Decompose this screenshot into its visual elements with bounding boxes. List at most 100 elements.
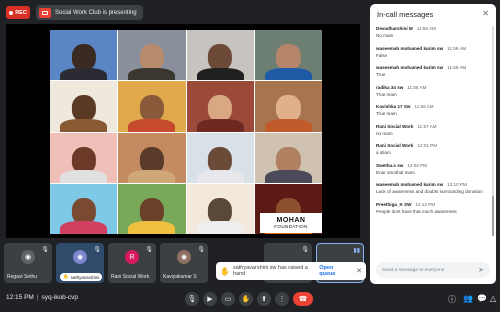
mic-off-icon: 🎙 [93,247,101,253]
message-sender: radika 34 sw [376,84,404,90]
message-sender: Kavishka 17 Sw [376,104,411,109]
close-icon[interactable]: ✕ [482,9,489,18]
message-sender: Swetha.s sw [376,162,404,168]
raise-hand-button[interactable]: ✋ [239,292,253,306]
message-text: no mam [376,130,393,136]
message-time: 12:04 PM [407,162,427,168]
message-sender: Rani Social Work [376,123,414,129]
message-text: True [376,72,386,77]
message-time: 12:10 PM [447,182,467,187]
speaking-icon: ▮▮ [353,248,360,254]
microphone-button[interactable]: 🎙 [185,292,199,306]
chat-message: Rani Social Work 12:01 PM a stiam [376,143,488,163]
message-text: a stiam [376,150,391,155]
send-icon[interactable]: ➤ [478,266,484,274]
message-text: People dont have that much awareness [376,208,457,214]
chat-message: Rani Social Work 11:57 AM no mam [376,124,488,144]
participant-name: Kaviyakumar S [163,274,197,280]
current-time: 12:15 PM [6,294,34,301]
slide-photo [118,81,186,132]
chat-message: Preethiga_K SW 12:12 PM People dont have t… [376,202,488,222]
slide-photo [50,183,118,234]
leave-call-button[interactable]: ☎ [293,292,313,306]
bottom-bar: 12:15 PM | syq-ikob-cvp 🎙 ▶ ▭ ✋ ⬆ ⋮ ☎ ⓘ 👥 … [0,286,500,312]
raised-hand-chip: ✋ sathyavarshini [60,273,103,281]
meeting-info: 12:15 PM | syq-ikob-cvp [6,294,79,301]
message-time: 11:55 AM [416,26,436,31]
message-sender: waseemah mohamed karim sw [376,65,444,70]
message-time: 12:01 PM [417,143,438,148]
logo-line2: FOUNDATION [274,224,308,229]
participant-tile[interactable]: 🎙 ◉ Regavi Sethu [4,243,52,283]
slide-photo [254,30,322,81]
chat-message: Devadharshini M 11:55 AM No mam [376,26,488,46]
message-text: False [376,52,388,58]
captions-button[interactable]: ▭ [221,292,235,306]
record-dot-icon [9,10,14,15]
people-icon[interactable]: 👥 [463,294,473,303]
raised-hand-toast: ✋ sathyavarshini sw has raised a hand Op… [216,262,366,280]
chat-scrollbar[interactable] [492,26,494,236]
message-sender: waseemah mohamed karim sw [376,182,444,187]
participant-name: Regavi Sethu [7,274,38,280]
mic-off-icon: 🎙 [41,247,49,253]
rec-label: REC [15,9,27,16]
toast-text: sathyavarshini sw has raised a hand [232,265,308,277]
chat-message: radika 34 sw 11:56 AM True mam [376,85,488,105]
logo-line1: MOHAN [276,217,306,224]
message-text: No mam [376,33,394,38]
message-time: 11:57 AM [417,123,437,129]
avatar: R [125,250,139,264]
close-icon[interactable]: ✕ [356,267,362,275]
chat-input[interactable] [382,267,474,273]
chat-panel: In-call messages ✕ Devadharshini M 11:55 … [370,4,496,284]
top-bar: REC Social Work Club is presenting [0,0,366,24]
present-icon: ⬆ [261,296,267,303]
scrollbar-thumb[interactable] [492,196,494,236]
activities-icon[interactable]: △ [490,294,496,303]
chat-message: Kavishka 17 Sw 11:56 AM True mam [376,104,488,124]
info-icon[interactable]: ⓘ [448,294,456,305]
shared-slide [50,30,322,234]
message-time: 12:12 PM [415,201,436,207]
recording-badge: REC [6,6,30,19]
slide-photo [186,30,254,81]
presenting-label: Social Work Club is presenting [55,9,137,16]
open-queue-button[interactable]: Open queue [319,265,349,277]
camera-button[interactable]: ▶ [203,292,217,306]
chat-message: waseemah mohamed karim sw 12:10 PM Lack of… [376,182,488,202]
slide-photo [50,132,118,183]
more-options-button[interactable]: ⋮ [275,292,289,306]
message-sender: waseemah mohamed karim sw [376,45,444,51]
participant-tile[interactable]: 🎙 ◉ Kaviyakumar S [160,243,208,283]
chat-input-box[interactable]: ➤ [376,262,490,278]
participant-tile[interactable]: 🎙 R Rani Social Work [108,243,156,283]
foundation-logo: MOHAN FOUNDATION [260,213,322,233]
message-time: 11:56 AM [407,84,427,90]
chat-title: In-call messages [377,10,434,19]
presenting-chip[interactable]: Social Work Club is presenting [36,5,143,20]
participant-tile[interactable]: 🎙 ◉ ✋ sathyavarshini [56,243,104,283]
chat-message: waseemah mohamed karim sw 11:56 AM True [376,65,488,85]
chat-icon[interactable]: 💬 [477,294,487,303]
present-button[interactable]: ⬆ [257,292,271,306]
message-text: Lack of awareness and doubts surrounding… [376,189,483,194]
slide-photo [118,183,186,234]
presentation-stage[interactable]: MOHAN FOUNDATION [6,24,360,238]
message-text: True mam [376,111,397,116]
message-text: Enar amothal mam [376,169,415,175]
mic-icon: 🎙 [187,296,197,303]
participant-name: Rani Social Work [111,274,150,280]
mic-off-icon: 🎙 [197,247,205,253]
slide-photo [254,81,322,132]
slide-photo [254,132,322,183]
slide-photo [186,183,254,234]
avatar: ◉ [177,250,191,264]
slide-photo [186,81,254,132]
mic-off-icon: 🎙 [301,247,309,253]
meeting-code: syq-ikob-cvp [41,294,79,301]
message-time: 11:56 AM [447,45,467,51]
hand-icon: ✋ [241,296,251,303]
message-list: Devadharshini M 11:55 AM No mam waseemah m… [376,26,488,221]
message-time: 11:56 AM [414,104,434,109]
